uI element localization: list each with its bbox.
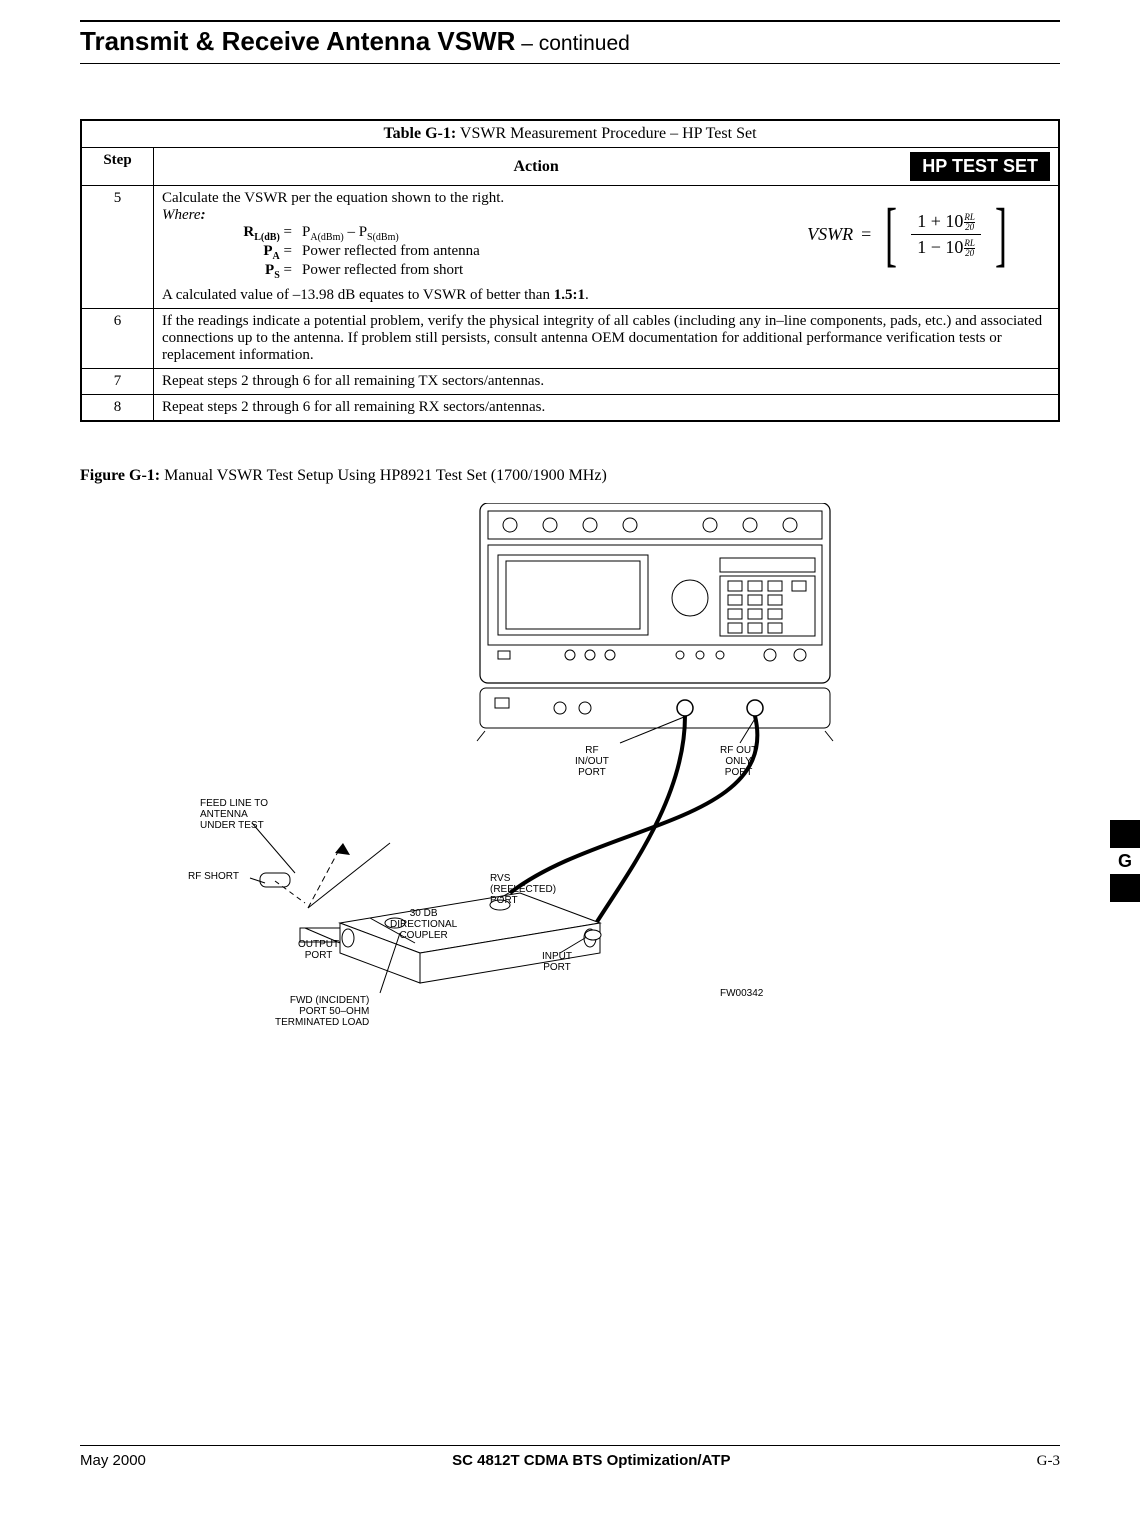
rl-key-pre: R bbox=[243, 224, 254, 240]
calc-post: . bbox=[585, 287, 589, 303]
col-step-header: Step bbox=[81, 148, 154, 186]
footer-left: May 2000 bbox=[80, 1452, 146, 1469]
side-tab: G bbox=[1110, 820, 1140, 902]
step5-action: Calculate the VSWR per the equation show… bbox=[154, 186, 1060, 309]
title-main: Transmit & Receive Antenna VSWR bbox=[80, 26, 515, 56]
label-rvs: RVS (REFLECTED) PORT bbox=[490, 873, 556, 906]
where-prefix: Where bbox=[162, 207, 201, 223]
figure-caption-bold: Figure G-1: bbox=[80, 467, 160, 484]
step-number: 7 bbox=[81, 369, 154, 395]
eq-20-top: 20 bbox=[964, 223, 975, 232]
pa-val: Power reflected from antenna bbox=[302, 243, 782, 262]
rl-key-sub: L(dB) bbox=[254, 232, 280, 243]
hp-test-set-badge: HP TEST SET bbox=[910, 152, 1050, 181]
label-output-port: OUTPUT PORT bbox=[298, 939, 339, 961]
eq-numerator: 1 + 10 bbox=[917, 211, 963, 231]
table-row: 7 Repeat steps 2 through 6 for all remai… bbox=[81, 369, 1059, 395]
ps-val: Power reflected from short bbox=[302, 262, 782, 281]
label-rf-short: RF SHORT bbox=[188, 871, 239, 882]
label-coupler: 30 DB DIRECTIONAL COUPLER bbox=[390, 908, 457, 941]
step7-text: Repeat steps 2 through 6 for all remaini… bbox=[154, 369, 1060, 395]
calc-bold: 1.5:1 bbox=[554, 287, 585, 303]
ps-key-eq: = bbox=[280, 262, 292, 278]
rl-minus: – P bbox=[344, 224, 367, 240]
action-header-text: Action bbox=[162, 158, 910, 176]
eq-denominator: 1 − 10 bbox=[917, 237, 963, 257]
label-feed-line: FEED LINE TO ANTENNA UNDER TEST bbox=[200, 798, 268, 831]
where-colon: : bbox=[201, 207, 206, 223]
footer-right: G-3 bbox=[1037, 1453, 1060, 1470]
pa-key-sub: A bbox=[273, 251, 280, 262]
vswr-equation: VSWR = [ 1 + 10RL20 1 − 10RL20 bbox=[780, 198, 1040, 270]
step5-line1: Calculate the VSWR per the equation show… bbox=[162, 190, 782, 207]
page-title: Transmit & Receive Antenna VSWR – contin… bbox=[80, 26, 1060, 63]
footer-center: SC 4812T CDMA BTS Optimization/ATP bbox=[452, 1452, 730, 1469]
table-title-rest: VSWR Measurement Procedure – HP Test Set bbox=[456, 125, 756, 142]
side-tab-letter: G bbox=[1110, 848, 1140, 874]
label-rf-inout: RF IN/OUT PORT bbox=[575, 745, 609, 778]
table-row: 6 If the readings indicate a potential p… bbox=[81, 309, 1059, 369]
table-row: 8 Repeat steps 2 through 6 for all remai… bbox=[81, 395, 1059, 422]
table-title-bold: Table G-1: bbox=[383, 125, 456, 142]
label-code: FW00342 bbox=[720, 988, 763, 999]
rl-val-sub1: A(dBm) bbox=[310, 232, 343, 243]
eq-equals: = bbox=[861, 224, 871, 245]
pa-key-eq: = bbox=[280, 243, 292, 259]
step-number: 5 bbox=[81, 186, 154, 309]
figure-diagram: RF IN/OUT PORT RF OUT ONLY PORT FEED LIN… bbox=[80, 503, 1060, 1063]
label-rf-out-only: RF OUT ONLY PORT bbox=[720, 745, 757, 778]
vswr-table: Table G-1: VSWR Measurement Procedure – … bbox=[80, 119, 1060, 422]
step8-text: Repeat steps 2 through 6 for all remaini… bbox=[154, 395, 1060, 422]
eq-20-bot: 20 bbox=[964, 249, 975, 258]
label-fwd: FWD (INCIDENT) PORT 50–OHM TERMINATED LO… bbox=[275, 995, 369, 1028]
step-number: 8 bbox=[81, 395, 154, 422]
rl-key-eq: = bbox=[280, 224, 292, 240]
eq-vswr: VSWR bbox=[807, 224, 853, 245]
figure-caption: Figure G-1: Manual VSWR Test Setup Using… bbox=[80, 467, 1060, 485]
step-number: 6 bbox=[81, 309, 154, 369]
step6-text: If the readings indicate a potential pro… bbox=[154, 309, 1060, 369]
table-row: 5 Calculate the VSWR per the equation sh… bbox=[81, 186, 1059, 309]
title-continued: – continued bbox=[515, 32, 629, 55]
eq-rl-top: RL bbox=[964, 213, 975, 222]
label-input-port: INPUT PORT bbox=[542, 951, 572, 973]
figure-caption-rest: Manual VSWR Test Setup Using HP8921 Test… bbox=[160, 467, 607, 484]
pa-key-pre: P bbox=[263, 243, 272, 259]
ps-key-pre: P bbox=[265, 262, 274, 278]
calc-pre: A calculated value of –13.98 dB equates … bbox=[162, 287, 554, 303]
rl-val-sub2: S(dBm) bbox=[367, 232, 399, 243]
page-footer: May 2000 SC 4812T CDMA BTS Optimization/… bbox=[80, 1445, 1060, 1470]
col-action-header: Action HP TEST SET bbox=[154, 148, 1060, 186]
eq-rl-bot: RL bbox=[964, 239, 975, 248]
table-title: Table G-1: VSWR Measurement Procedure – … bbox=[81, 120, 1059, 148]
